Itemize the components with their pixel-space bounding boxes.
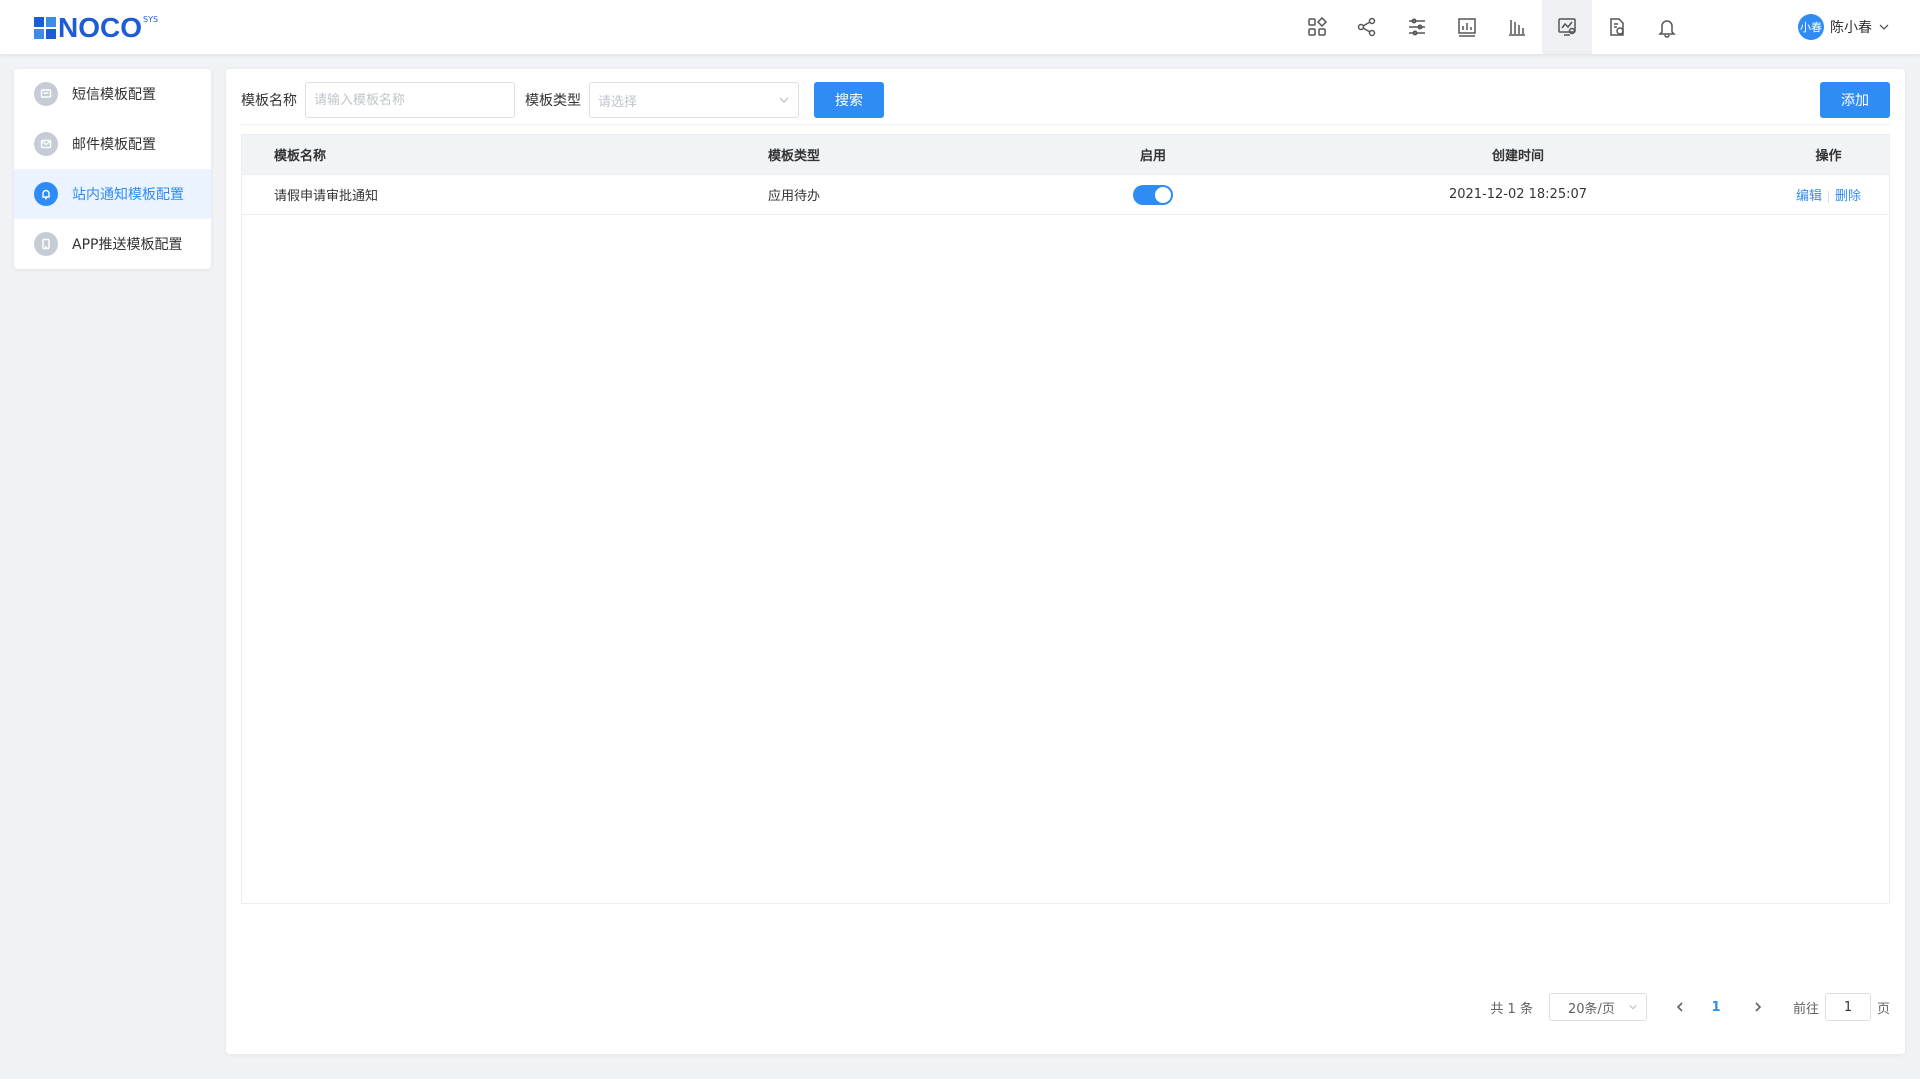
sidebar-item-label: 站内通知模板配置 [72, 187, 184, 203]
logo-mark-icon [34, 17, 56, 39]
filter-toolbar: 模板名称 模板类型 请选择 搜索 添加 [241, 81, 1890, 119]
sidebar-item-label: 邮件模板配置 [72, 137, 156, 153]
column-header-enabled: 启用 [1139, 149, 1166, 164]
chevron-left-icon [1676, 1002, 1683, 1012]
chevron-down-icon [779, 97, 789, 103]
page-number-current[interactable]: 1 [1701, 993, 1731, 1021]
pagination: 共 1 条 20条/页 1 前往 页 [1490, 993, 1890, 1021]
column-header-name: 模板名称 [274, 149, 327, 164]
main-panel: 模板名称 模板类型 请选择 搜索 添加 模板名称 模板类型 启用 创建时间 操作… [226, 69, 1905, 1054]
template-type-placeholder: 请选择 [598, 94, 638, 110]
template-name-label: 模板名称 [241, 93, 297, 109]
user-menu[interactable]: 小春 陈小春 [1798, 0, 1890, 54]
add-button[interactable]: 添加 [1820, 82, 1890, 118]
cell-created-time: 2021-12-02 18:25:07 [1448, 187, 1588, 202]
template-table: 模板名称 模板类型 启用 创建时间 操作 请假申请审批通知 应用待办 2021-… [241, 134, 1890, 904]
phone-icon [34, 232, 58, 256]
sidebar-item-sms-template[interactable]: 短信模板配置 [14, 69, 211, 119]
mail-icon [34, 132, 58, 156]
user-name[interactable]: 陈小春 [1830, 17, 1872, 37]
cell-template-type: 应用待办 [768, 189, 821, 204]
bell-icon [34, 182, 58, 206]
table-row: 请假申请审批通知 应用待办 2021-12-02 18:25:07 编辑 删除 [242, 175, 1889, 215]
bar-chart-icon[interactable] [1442, 0, 1492, 54]
delete-link[interactable]: 删除 [1835, 189, 1861, 204]
header-toolbar [1292, 0, 1692, 54]
table-header: 模板名称 模板类型 启用 创建时间 操作 [242, 135, 1889, 175]
search-button[interactable]: 搜索 [814, 82, 884, 118]
sliders-icon[interactable] [1392, 0, 1442, 54]
goto-page-input[interactable] [1824, 993, 1871, 1021]
cell-template-name: 请假申请审批通知 [274, 189, 379, 204]
enabled-toggle[interactable] [1133, 184, 1173, 205]
template-type-label: 模板类型 [525, 93, 581, 109]
bell-icon[interactable] [1642, 0, 1692, 54]
chevron-right-icon [1755, 1002, 1762, 1012]
analytics-icon[interactable] [1492, 0, 1542, 54]
prev-page-button[interactable] [1665, 993, 1695, 1021]
page-unit-label: 页 [1876, 1001, 1890, 1017]
monitor-settings-icon[interactable] [1542, 0, 1592, 54]
next-page-button[interactable] [1743, 993, 1773, 1021]
sidebar: 短信模板配置 邮件模板配置 站内通知模板配置 APP推送模板配置 [14, 69, 211, 269]
goto-label: 前往 [1792, 1001, 1819, 1017]
chevron-down-icon[interactable] [1878, 21, 1890, 33]
toolbar-divider [241, 124, 1890, 125]
page-size-value: 20条/页 [1567, 1001, 1615, 1017]
document-settings-icon[interactable] [1592, 0, 1642, 54]
column-header-actions: 操作 [1815, 149, 1842, 164]
sidebar-item-email-template[interactable]: 邮件模板配置 [14, 119, 211, 169]
column-header-type: 模板类型 [768, 149, 821, 164]
avatar[interactable]: 小春 [1798, 14, 1824, 40]
sidebar-item-label: 短信模板配置 [72, 87, 156, 103]
cell-actions: 编辑 删除 [1768, 185, 1889, 204]
top-header: NOCO SYS 小春 陈小春 [0, 0, 1920, 54]
template-type-select[interactable]: 请选择 [589, 82, 799, 118]
sidebar-item-site-notice-template[interactable]: 站内通知模板配置 [14, 169, 211, 219]
action-divider [1828, 190, 1829, 203]
chevron-down-icon [1629, 1004, 1637, 1010]
sidebar-item-label: APP推送模板配置 [72, 237, 183, 253]
edit-link[interactable]: 编辑 [1796, 189, 1822, 204]
logo-superscript: SYS [143, 15, 159, 24]
logo-text: NOCO [58, 12, 142, 43]
cell-enabled [1038, 184, 1268, 205]
message-icon [34, 82, 58, 106]
template-name-input[interactable] [305, 82, 515, 118]
apps-icon[interactable] [1292, 0, 1342, 54]
sidebar-item-app-push-template[interactable]: APP推送模板配置 [14, 219, 211, 269]
column-header-created: 创建时间 [1491, 149, 1544, 164]
pagination-total: 共 1 条 [1490, 1001, 1533, 1017]
share-icon[interactable] [1342, 0, 1392, 54]
logo[interactable]: NOCO SYS [34, 12, 159, 43]
page-size-select[interactable]: 20条/页 [1548, 993, 1647, 1021]
